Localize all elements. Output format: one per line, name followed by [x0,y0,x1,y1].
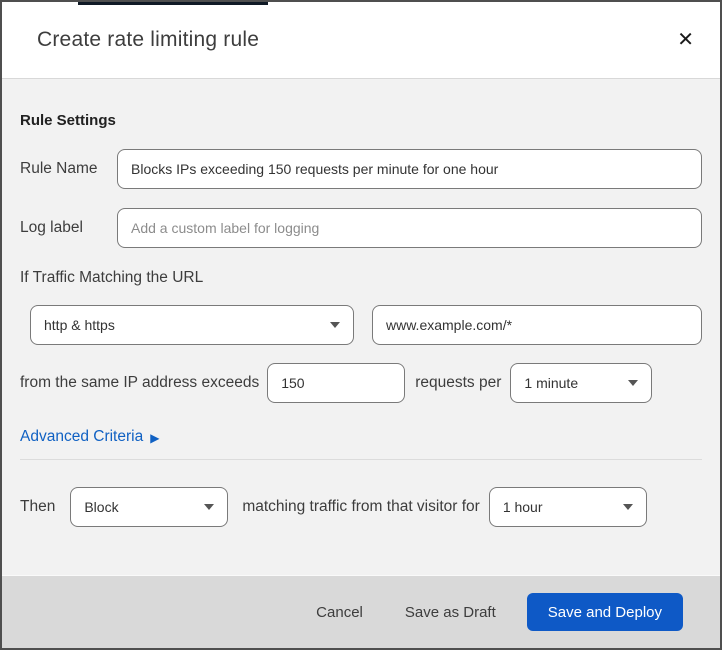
cancel-button[interactable]: Cancel [310,596,369,629]
rule-name-input[interactable] [117,149,702,189]
rule-name-label: Rule Name [20,160,98,177]
chevron-down-icon [628,380,639,386]
expand-arrow-icon: ▶ [150,430,160,445]
action-row: Then Block matching traffic from that vi… [20,487,702,527]
duration-dropdown[interactable]: 1 hour [488,487,647,527]
then-label: Then [20,498,56,515]
log-label-input[interactable] [117,208,702,248]
chevron-down-icon [204,504,215,510]
action-dropdown[interactable]: Block [70,487,229,527]
action-middle-text: matching traffic from that visitor for [242,498,480,515]
dialog-footer: Cancel Save as Draft Save and Deploy [2,575,720,648]
request-count-input[interactable] [267,363,406,403]
save-and-deploy-button[interactable]: Save and Deploy [526,593,683,631]
period-dropdown[interactable]: 1 minute [510,363,653,403]
rule-name-row: Rule Name [20,149,702,189]
dialog-header: Create rate limiting rule ✕ [2,2,720,79]
period-dropdown-value: 1 minute [524,375,579,391]
scheme-dropdown-value: http & https [44,317,115,333]
threshold-row: from the same IP address exceeds request… [20,363,702,403]
threshold-prefix-text: from the same IP address exceeds [20,374,260,391]
advanced-criteria-link[interactable]: Advanced Criteria ▶ [20,428,159,446]
chevron-down-icon [330,322,340,328]
chevron-down-icon [622,504,633,510]
log-label-label: Log label [20,219,83,236]
rule-settings-heading: Rule Settings [20,112,116,129]
url-pattern-input[interactable] [372,305,702,345]
log-label-row: Log label [20,208,702,248]
close-icon[interactable]: ✕ [671,26,700,54]
traffic-match-intro: If Traffic Matching the URL [20,269,204,286]
scheme-url-row: http & https [20,305,702,345]
page-title: Create rate limiting rule [37,28,260,51]
dialog-body: Rule Settings Rule Name Log label If Tra… [2,79,720,575]
scheme-dropdown[interactable]: http & https [30,305,354,345]
advanced-criteria-label: Advanced Criteria [20,428,144,445]
action-dropdown-value: Block [84,499,119,515]
top-accent-bar [78,2,268,5]
duration-dropdown-value: 1 hour [502,499,543,515]
save-as-draft-button[interactable]: Save as Draft [399,596,502,629]
create-rate-limiting-rule-dialog: Create rate limiting rule ✕ Rule Setting… [0,0,722,650]
section-divider [20,459,702,460]
threshold-suffix-text: requests per [415,374,502,391]
